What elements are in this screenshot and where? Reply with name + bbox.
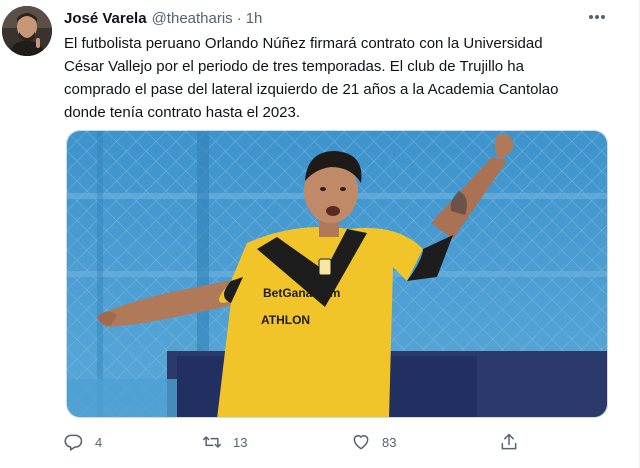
author-handle[interactable]: @theatharis [152,10,233,27]
tweet-card[interactable]: José Varela @theatharis · 1h El futbolis… [0,0,640,468]
more-icon [589,15,605,19]
share-icon [501,433,517,450]
tweet-photo[interactable]: BetGana.com ATHLON [66,130,608,418]
jersey-sponsor-text: BetGana.com [263,286,340,300]
tweet-text-line: César Vallejo por el periodo de tres tem… [64,58,524,75]
tweet-text-line: El futbolista peruano Orlando Núñez firm… [64,35,543,52]
avatar[interactable] [2,6,52,56]
tweet-text: El futbolista peruano Orlando Núñez firm… [64,32,624,124]
retweet-count: 13 [233,434,248,450]
heart-icon [353,435,369,450]
football-player-photo: BetGana.com ATHLON [67,131,607,417]
jersey-brand-text: ATHLON [261,313,310,327]
separator-dot: · [236,9,242,27]
share-button[interactable] [499,430,519,454]
more-options-button[interactable] [584,6,610,28]
reply-button[interactable]: 4 [64,430,102,454]
tweet-text-line: comprado el pase del lateral izquierdo d… [64,81,559,98]
tweet-header: José Varela @theatharis · 1h [64,8,262,28]
retweet-icon [202,436,222,448]
like-button[interactable]: 83 [351,430,396,454]
avatar-image [2,6,52,56]
author-name[interactable]: José Varela [64,10,147,27]
reply-count: 4 [95,434,103,450]
tweet-actions: 4 13 83 [64,430,534,454]
timestamp[interactable]: 1h [246,10,263,27]
retweet-button[interactable]: 13 [202,430,247,454]
reply-icon [64,434,83,451]
tweet-text-line: donde tenía contrato hasta el 2023. [64,104,301,121]
like-count: 83 [382,434,397,450]
